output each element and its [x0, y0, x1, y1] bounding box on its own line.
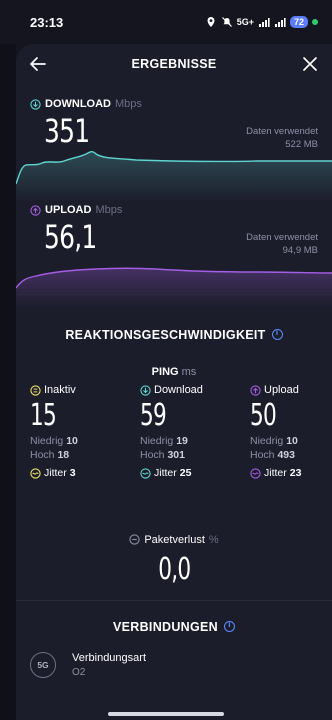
download-arrow-icon: [140, 384, 151, 396]
ping-idle-value: 15: [30, 398, 57, 433]
network-type: 5G+: [236, 17, 254, 27]
reaction-title-text: REAKTIONSGESCHWINDIGKEIT: [65, 328, 266, 342]
download-arrow-icon: [30, 98, 41, 110]
connection-type-label: Verbindungsart: [72, 652, 146, 664]
ping-col-download: Download 59 Niedrig 19 Hoch 301 Jitter 2…: [140, 384, 240, 479]
low-label: Niedrig: [140, 435, 174, 447]
ping-col-idle: Inaktiv 15 Niedrig 10 Hoch 18 Jitter 3: [30, 384, 130, 479]
jitter-value: 23: [289, 467, 302, 479]
mute-icon: [221, 17, 232, 27]
low-label: Niedrig: [250, 435, 284, 447]
packet-loss-label-row: Paketverlust %: [129, 533, 219, 546]
idle-icon: [30, 384, 41, 396]
upload-graph: [16, 267, 332, 308]
packet-loss-label: Paketverlust: [144, 533, 205, 546]
close-icon[interactable]: [300, 54, 320, 74]
ping-idle-low: Niedrig 10: [30, 435, 130, 447]
page-title: ERGEBNISSE: [131, 57, 217, 71]
reaction-title: REAKTIONSGESCHWINDIGKEIT: [16, 328, 332, 342]
jitter-value: 3: [69, 467, 76, 479]
divider: [16, 600, 332, 601]
packet-loss: Paketverlust % 0,0: [16, 532, 332, 587]
connection-type-value: O2: [72, 667, 86, 678]
high-value: 493: [277, 449, 295, 461]
location-icon: [207, 17, 215, 27]
back-arrow-icon[interactable]: [28, 54, 48, 74]
download-graph: [16, 151, 332, 202]
upload-unit: Mbps: [95, 204, 123, 216]
low-value: 10: [66, 435, 78, 447]
ping-download-label: Download: [154, 384, 203, 396]
low-value: 10: [286, 435, 298, 447]
packet-loss-unit: %: [208, 533, 219, 546]
ping-title: PING ms: [16, 366, 332, 378]
high-label: Hoch: [250, 449, 275, 461]
ping-upload-high: Hoch 493: [250, 449, 332, 461]
download-label: DOWNLOAD: [45, 98, 111, 110]
signal-icon: [258, 18, 270, 27]
ping-idle-jitter: Jitter 3: [30, 467, 130, 479]
packet-loss-icon: [129, 534, 140, 545]
signal-icon-2: [274, 18, 286, 27]
battery-icon: 72: [289, 16, 308, 28]
results-sheet: ERGEBNISSE DOWNLOAD Mbps 351 Daten verwe…: [16, 44, 332, 720]
ping-download-low: Niedrig 19: [140, 435, 240, 447]
upload-used-label: Daten verwendet: [246, 232, 318, 243]
connection-type-text: Verbindungsart O2: [72, 652, 146, 678]
upload-metric: UPLOAD Mbps 56,1 Daten verwendet 94,9 MB: [16, 204, 332, 308]
info-icon[interactable]: [271, 328, 283, 340]
5g-icon: 5G: [30, 652, 56, 678]
ping-col-upload: Upload 50 Niedrig 10 Hoch 493 Jitter 23: [250, 384, 332, 479]
low-label: Niedrig: [30, 435, 64, 447]
home-indicator[interactable]: [108, 712, 224, 716]
ping-label: PING: [151, 366, 179, 378]
upload-label-row: UPLOAD Mbps: [30, 204, 122, 216]
ping-download-high: Hoch 301: [140, 449, 240, 461]
packet-loss-value: 0,0: [157, 552, 191, 587]
jitter-icon: [250, 467, 261, 479]
privacy-dot-icon: [312, 19, 318, 25]
high-label: Hoch: [30, 449, 55, 461]
jitter-label: Jitter: [264, 467, 287, 479]
jitter-label: Jitter: [154, 467, 177, 479]
status-time: 23:13: [30, 14, 64, 30]
info-icon[interactable]: [224, 620, 235, 632]
upload-arrow-icon: [250, 384, 261, 396]
jitter-value: 25: [179, 467, 192, 479]
connection-type-row[interactable]: 5G Verbindungsart O2: [30, 652, 146, 678]
ping-download-jitter: Jitter 25: [140, 467, 240, 479]
connections-title: VERBINDUNGEN: [16, 620, 332, 634]
download-unit: Mbps: [115, 98, 142, 110]
download-label-row: DOWNLOAD Mbps: [30, 98, 142, 110]
ping-upload-low: Niedrig 10: [250, 435, 332, 447]
ping-unit: ms: [181, 366, 197, 378]
background-edge: [0, 44, 16, 720]
ping-download-value: 59: [140, 398, 167, 433]
jitter-label: Jitter: [44, 467, 67, 479]
jitter-icon: [140, 467, 151, 479]
download-metric: DOWNLOAD Mbps 351 Daten verwendet 522 MB: [16, 98, 332, 202]
ping-idle-label-row: Inaktiv: [30, 384, 130, 396]
connections-title-text: VERBINDUNGEN: [113, 620, 218, 634]
high-value: 18: [57, 449, 70, 461]
low-value: 19: [176, 435, 188, 447]
upload-label: UPLOAD: [45, 204, 92, 216]
status-bar: 23:13 5G+ 72: [0, 0, 332, 44]
ping-upload-value: 50: [250, 398, 277, 433]
top-bar: ERGEBNISSE: [16, 44, 332, 84]
ping-idle-high: Hoch 18: [30, 449, 130, 461]
jitter-icon: [30, 467, 41, 479]
status-icons: 5G+ 72: [205, 16, 318, 28]
ping-upload-label-row: Upload: [250, 384, 332, 396]
ping-idle-label: Inaktiv: [44, 384, 76, 396]
divider: [16, 294, 332, 295]
download-used-label: Daten verwendet: [246, 126, 318, 137]
high-label: Hoch: [140, 449, 165, 461]
ping-upload-jitter: Jitter 23: [250, 467, 332, 479]
high-value: 301: [167, 449, 185, 461]
ping-download-label-row: Download: [140, 384, 240, 396]
ping-upload-label: Upload: [264, 384, 299, 396]
upload-arrow-icon: [30, 204, 41, 216]
